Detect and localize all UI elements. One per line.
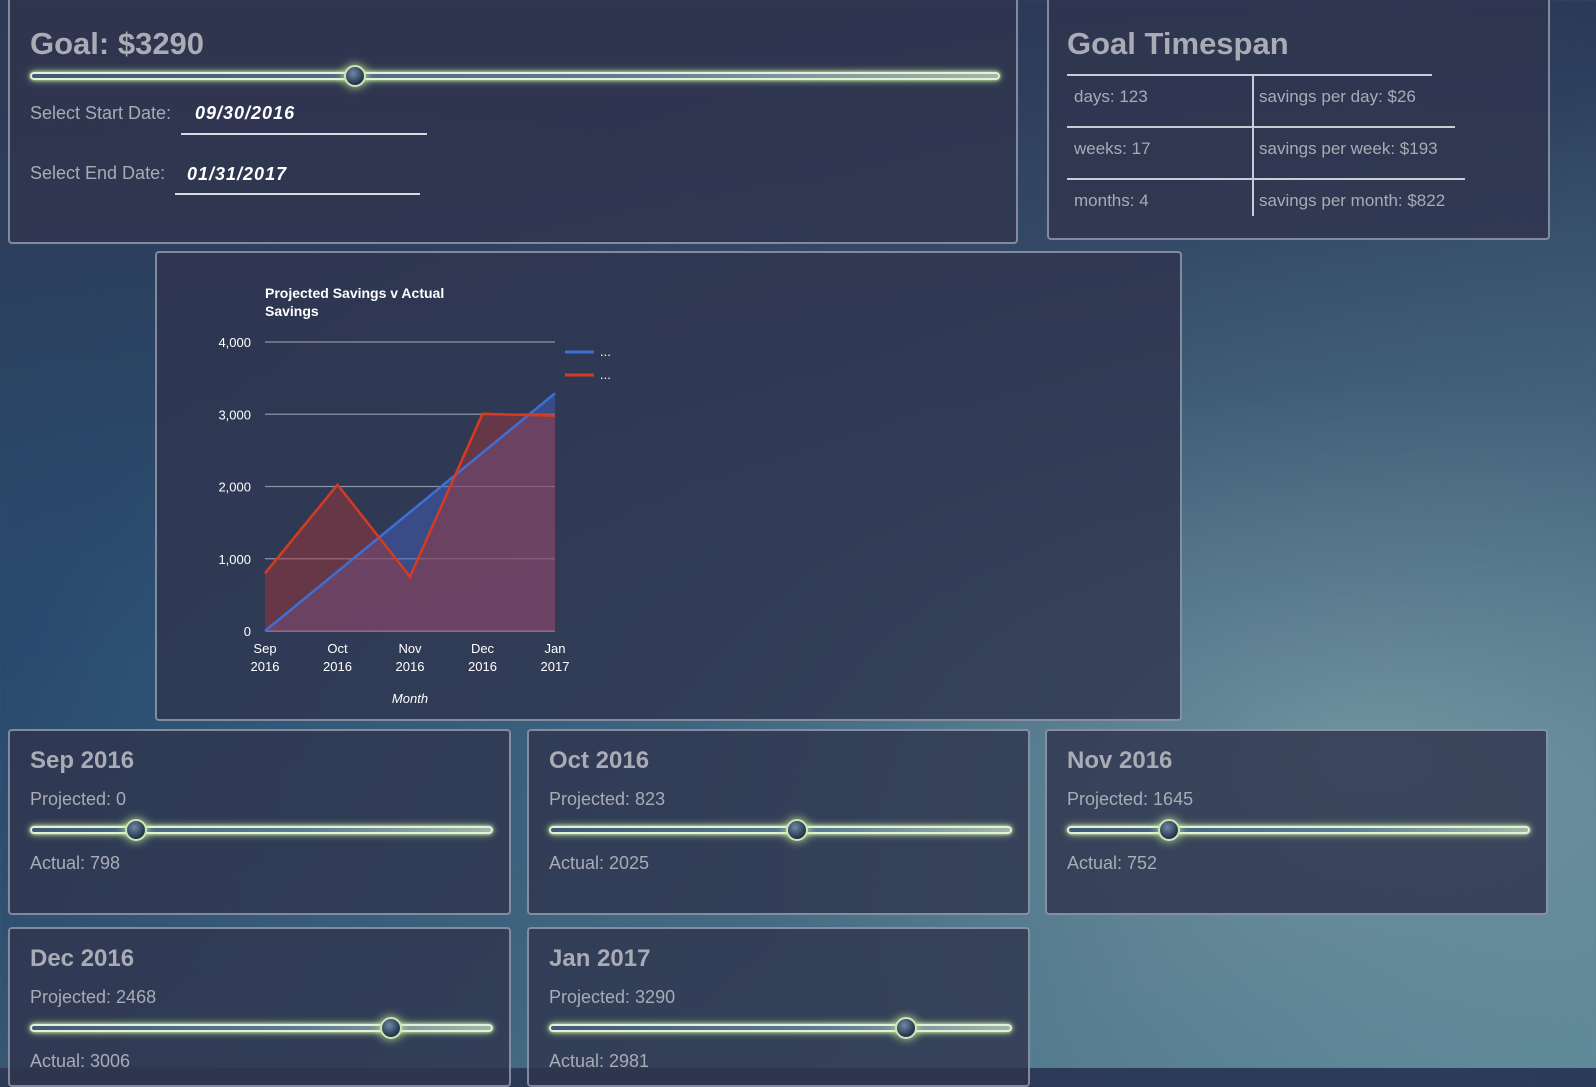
- timespan-title: Goal Timespan: [1067, 26, 1289, 61]
- month-slider-track[interactable]: [549, 826, 1012, 834]
- chart-y-tick: 1,000: [218, 552, 251, 567]
- chart-title: Savings: [265, 303, 319, 319]
- month-actual: Actual: 798: [30, 853, 121, 873]
- month-title: Dec 2016: [30, 945, 135, 972]
- month-title: Jan 2017: [549, 945, 651, 972]
- month-slider-thumb[interactable]: [125, 819, 148, 841]
- chart-y-tick: 2,000: [218, 480, 251, 495]
- chart-x-tick: 2017: [541, 659, 570, 674]
- timespan-weeks: weeks: 17: [1074, 139, 1151, 158]
- chart-y-tick: 0: [244, 624, 251, 639]
- end-date-underline: [175, 193, 420, 195]
- goal-title: Goal: $3290: [30, 26, 205, 61]
- chart-y-tick: 3,000: [218, 407, 251, 422]
- start-date-input[interactable]: 09/30/2016: [195, 103, 295, 124]
- start-date-label: Select Start Date:: [30, 103, 172, 123]
- month-card-nov-2016: Nov 2016 Projected: 1645 Actual: 752: [1045, 729, 1548, 915]
- month-actual: Actual: 752: [1067, 853, 1158, 873]
- month-projected: Projected: 3290: [549, 987, 676, 1007]
- month-card-oct-2016: Oct 2016 Projected: 823 Actual: 2025: [527, 729, 1030, 915]
- savings-chart: Projected Savings v Actual Savings 0 1,000 2…: [218, 285, 611, 706]
- goal-panel: Goal: $3290 Select Start Date: 09/30/201…: [8, 0, 1018, 244]
- month-projected: Projected: 823: [549, 789, 666, 809]
- goal-slider-thumb[interactable]: [343, 65, 366, 87]
- chart-x-tick: Dec: [471, 641, 495, 656]
- timespan-panel: Goal Timespan days: 123 savings per day:…: [1047, 0, 1550, 240]
- timespan-column-divider: [1252, 74, 1254, 216]
- month-projected: Projected: 2468: [30, 987, 157, 1007]
- month-slider-track[interactable]: [30, 826, 493, 834]
- timespan-days: days: 123: [1074, 87, 1148, 106]
- chart-x-tick: Oct: [327, 641, 348, 656]
- chart-x-tick: Nov: [398, 641, 422, 656]
- timespan-months: months: 4: [1074, 191, 1149, 210]
- month-title: Nov 2016: [1067, 747, 1173, 774]
- chart-x-tick: 2016: [323, 659, 352, 674]
- chart-x-tick: Jan: [545, 641, 566, 656]
- chart-x-tick: 2016: [468, 659, 497, 674]
- month-card-sep-2016: Sep 2016 Projected: 0 Actual: 798: [8, 729, 511, 915]
- chart-legend-label: ...: [600, 344, 611, 359]
- month-slider-thumb[interactable]: [785, 819, 808, 841]
- chart-title: Projected Savings v Actual: [265, 285, 444, 301]
- month-title: Oct 2016: [549, 747, 650, 774]
- month-slider-thumb[interactable]: [894, 1017, 917, 1039]
- end-date-label: Select End Date:: [30, 163, 166, 183]
- timespan-divider: [1067, 178, 1465, 180]
- start-date-underline: [181, 133, 427, 135]
- month-card-jan-2017: Jan 2017 Projected: 3290 Actual: 2981: [527, 927, 1030, 1087]
- month-slider-track[interactable]: [30, 1024, 493, 1032]
- chart-x-tick: 2016: [396, 659, 425, 674]
- chart-x-tick: Sep: [253, 641, 276, 656]
- month-actual: Actual: 3006: [30, 1051, 131, 1071]
- month-slider-thumb[interactable]: [1157, 819, 1180, 841]
- timespan-per-week: savings per week: $193: [1259, 139, 1438, 158]
- end-date-input[interactable]: 01/31/2017: [187, 164, 287, 185]
- month-slider-thumb[interactable]: [380, 1017, 403, 1039]
- month-card-dec-2016: Dec 2016 Projected: 2468 Actual: 3006: [8, 927, 511, 1087]
- month-actual: Actual: 2981: [549, 1051, 650, 1071]
- goal-slider-track[interactable]: [30, 72, 1000, 80]
- timespan-per-month: savings per month: $822: [1259, 191, 1446, 210]
- chart-panel: Projected Savings v Actual Savings 0 1,000 2…: [155, 251, 1182, 721]
- chart-y-tick: 4,000: [218, 335, 251, 350]
- timespan-per-day: savings per day: $26: [1259, 87, 1416, 106]
- month-title: Sep 2016: [30, 747, 135, 774]
- chart-x-axis-label: Month: [392, 691, 428, 706]
- month-projected: Projected: 0: [30, 789, 127, 809]
- month-actual: Actual: 2025: [549, 853, 650, 873]
- month-slider-track[interactable]: [1067, 826, 1530, 834]
- month-slider-track[interactable]: [549, 1024, 1012, 1032]
- chart-x-tick: 2016: [251, 659, 280, 674]
- timespan-divider: [1067, 74, 1432, 76]
- month-projected: Projected: 1645: [1067, 789, 1194, 809]
- chart-legend-label: ...: [600, 367, 611, 382]
- timespan-divider: [1067, 126, 1455, 128]
